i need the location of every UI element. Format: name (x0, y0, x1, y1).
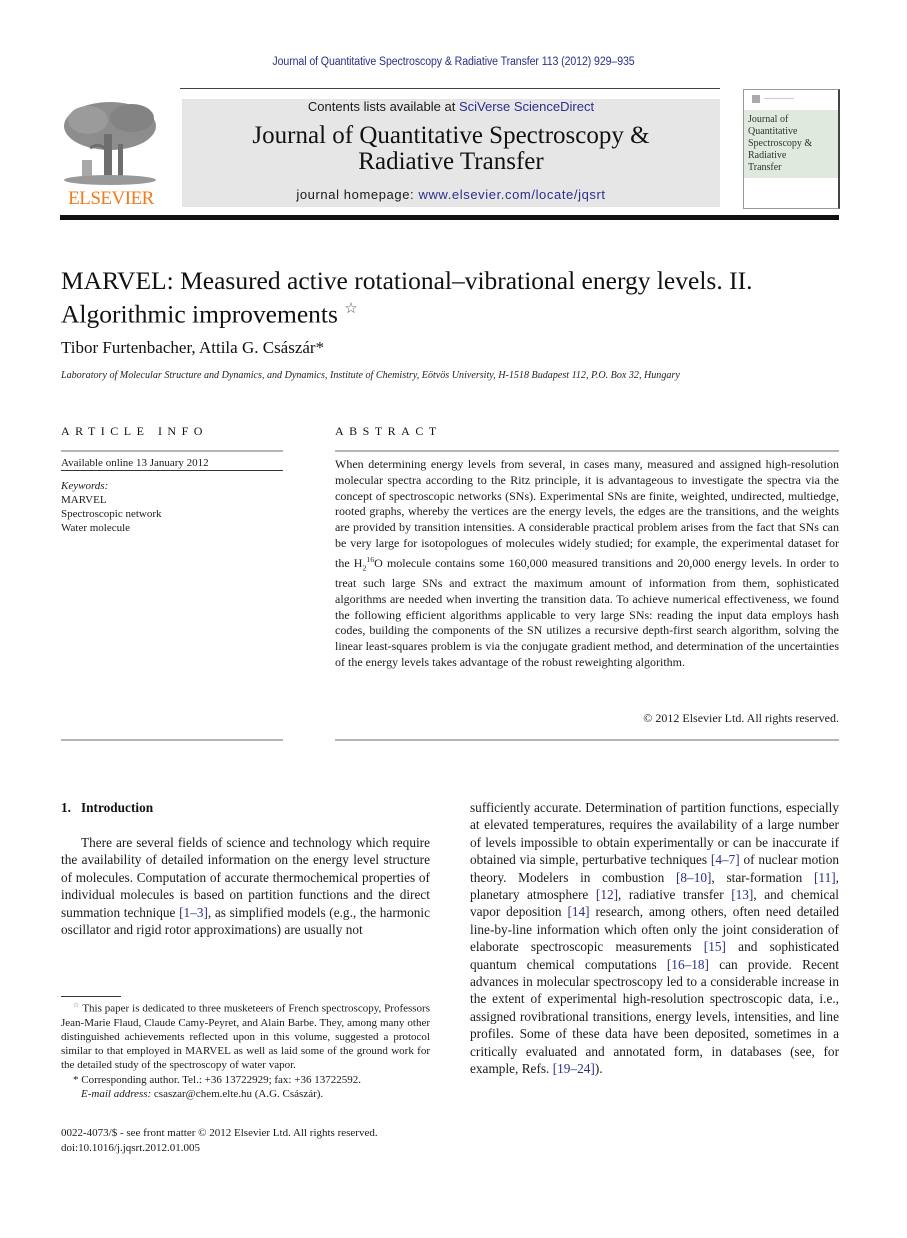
body-text: ). (594, 1061, 603, 1077)
footnotes: ☆ This paper is dedicated to three muske… (61, 998, 430, 1101)
reference-link[interactable]: [15] (704, 939, 726, 954)
reference-link[interactable]: [14] (567, 904, 589, 919)
journal-banner: Contents lists available at SciVerse Sci… (182, 99, 720, 207)
footnote-asterisk: * (73, 1073, 79, 1086)
body-text: , star-formation (711, 869, 814, 885)
keyword: Spectroscopic network (61, 508, 162, 520)
issn-line: 0022-4073/$ - see front matter © 2012 El… (61, 1127, 378, 1139)
journal-homepage-link[interactable]: www.elsevier.com/locate/jqsrt (418, 187, 605, 202)
abstract-part1: When determining energy levels from seve… (335, 457, 839, 570)
title-footnote-star-icon[interactable]: ☆ (344, 301, 357, 317)
body-text: can provide. Recent advances in molecula… (470, 956, 839, 1077)
journal-title: Journal of Quantitative Spectroscopy & R… (182, 123, 720, 175)
keywords-block: Keywords: MARVEL Spectroscopic network W… (61, 479, 162, 535)
dedication-footnote: ☆ This paper is dedicated to three muske… (61, 998, 430, 1073)
homepage-prefix: journal homepage: (296, 187, 419, 202)
email-label: E-mail address: (81, 1087, 152, 1100)
article-title-line2: Algorithmic improvements (61, 299, 338, 329)
reference-link[interactable]: [16–18] (667, 957, 709, 972)
section-heading-introduction: 1. Introduction (61, 800, 154, 815)
contents-line: Contents lists available at SciVerse Sci… (182, 99, 720, 115)
author-list: Tibor Furtenbacher, Attila G. Császár* (61, 338, 324, 358)
corresponding-author-mark[interactable]: * (316, 338, 325, 357)
email-footnote: E-mail address: csaszar@chem.elte.hu (A.… (61, 1087, 430, 1101)
cover-line: Journal of (748, 114, 789, 125)
reference-link[interactable]: [11] (814, 870, 836, 885)
elsevier-tree-icon (64, 102, 156, 185)
article-title: MARVEL: Measured active rotational–vibra… (61, 266, 841, 329)
corresponding-footnote: * Corresponding author. Tel.: +36 137229… (61, 1073, 430, 1087)
reference-link[interactable]: [12] (596, 887, 618, 902)
keyword: Water molecule (61, 522, 131, 534)
contents-prefix: Contents lists available at (307, 99, 459, 114)
reference-link[interactable]: [4–7] (711, 852, 740, 867)
cover-logo-icon (752, 95, 760, 103)
elsevier-logo[interactable]: ELSEVIER (60, 98, 162, 210)
article-info-heading: ARTICLE INFO (61, 424, 208, 438)
journal-title-line2: Radiative Transfer (358, 148, 544, 175)
front-matter: 0022-4073/$ - see front matter © 2012 El… (61, 1126, 441, 1155)
available-online: Available online 13 January 2012 (61, 457, 209, 469)
article-title-line1: MARVEL: Measured active rotational–vibra… (61, 266, 753, 295)
dedication-text: This paper is dedicated to three muskete… (61, 1002, 430, 1072)
cover-line: Quantitative (748, 126, 798, 137)
abstract-text: When determining energy levels from seve… (335, 457, 839, 671)
affiliation: Laboratory of Molecular Structure and Dy… (61, 370, 680, 381)
body-text: , radiative transfer (618, 887, 732, 903)
cover-line: Spectroscopy & (748, 138, 813, 149)
cover-line: Transfer (748, 162, 782, 173)
journal-cover-thumbnail[interactable]: Journal of Quantitative Spectroscopy & R… (743, 89, 840, 209)
body-column-left: There are several fields of science and … (61, 834, 430, 938)
journal-title-line1: Journal of Quantitative Spectroscopy & (252, 122, 650, 149)
reference-link[interactable]: [8–10] (676, 870, 711, 885)
body-column-right: sufficiently accurate. Determination of … (470, 799, 839, 1078)
abstract-copyright: © 2012 Elsevier Ltd. All rights reserved… (643, 711, 839, 725)
doi-line[interactable]: doi:10.1016/j.jqsrt.2012.01.005 (61, 1141, 441, 1156)
abstract-bottom-rule (335, 739, 839, 741)
homepage-line: journal homepage: www.elsevier.com/locat… (182, 187, 720, 202)
journal-citation-link[interactable]: Journal of Quantitative Spectroscopy & R… (272, 56, 634, 68)
superscript: 16 (366, 554, 375, 564)
keyword: MARVEL (61, 494, 107, 506)
cover-publisher-line (764, 98, 794, 99)
footnote-rule (61, 996, 121, 997)
header-bottom-rule (60, 215, 839, 220)
elsevier-wordmark: ELSEVIER (68, 188, 154, 209)
corresponding-text: Corresponding author. Tel.: +36 13722929… (81, 1073, 361, 1086)
footnote-star-icon: ☆ (73, 1001, 80, 1009)
abstract-part2: O molecule contains some 160,000 measure… (335, 555, 840, 669)
abstract-rule (335, 450, 839, 452)
article-info-rule (61, 450, 283, 452)
email-address[interactable]: csaszar@chem.elte.hu (A.G. Császár). (154, 1088, 323, 1100)
running-head[interactable]: Journal of Quantitative Spectroscopy & R… (36, 56, 870, 68)
keywords-label: Keywords: (61, 480, 109, 492)
abstract-heading: ABSTRACT (335, 424, 442, 438)
sciencedirect-link[interactable]: SciVerse ScienceDirect (459, 99, 594, 114)
left-bottom-rule (61, 739, 283, 741)
authors-text: Tibor Furtenbacher, Attila G. Császár (61, 338, 316, 357)
subscript: 2 (362, 563, 367, 573)
reference-link[interactable]: [19–24] (553, 1061, 595, 1076)
header-top-rule (180, 88, 720, 89)
article-info-divider (61, 470, 283, 471)
cover-line: Radiative (748, 150, 787, 161)
reference-link[interactable]: [13] (731, 887, 753, 902)
reference-link[interactable]: [1–3] (179, 905, 208, 920)
cover-title-band: Journal of Quantitative Spectroscopy & R… (744, 110, 838, 178)
